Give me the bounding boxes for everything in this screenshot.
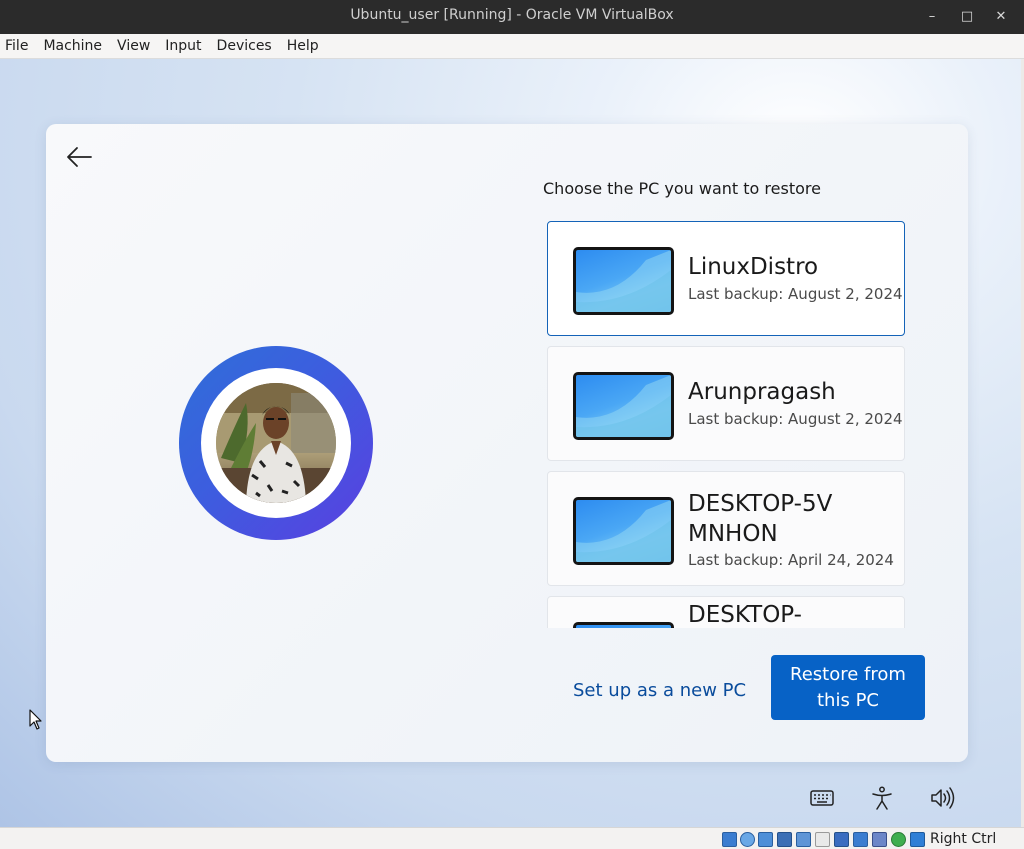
- optical-drive-icon[interactable]: [740, 832, 755, 847]
- menu-machine[interactable]: Machine: [43, 38, 102, 54]
- desktop-thumbnail-icon: [573, 372, 674, 440]
- desktop-thumbnail-icon: [573, 247, 674, 315]
- volume-icon[interactable]: [929, 785, 955, 811]
- menu-devices[interactable]: Devices: [217, 38, 272, 54]
- restore-button[interactable]: Restore from this PC: [771, 655, 925, 720]
- setup-card: Choose the PC you want to restore LinuxD…: [46, 124, 968, 762]
- page-title: Choose the PC you want to restore: [543, 179, 821, 198]
- user-photo: [216, 383, 336, 503]
- usb-icon[interactable]: [796, 832, 811, 847]
- pc-item-linuxdistro[interactable]: LinuxDistro Last backup: August 2, 2024: [547, 221, 905, 336]
- window-title: Ubuntu_user [Running] - Oracle VM Virtua…: [350, 7, 674, 23]
- close-button[interactable]: ✕: [990, 6, 1012, 28]
- pc-item-desktop-partial[interactable]: DESKTOP-: [547, 596, 905, 628]
- user-photo-image: [216, 383, 336, 503]
- download-icon[interactable]: [910, 832, 925, 847]
- keyboard-icon[interactable]: [809, 785, 835, 811]
- pc-last-backup: Last backup: August 2, 2024: [688, 285, 903, 303]
- pc-item-arunpragash[interactable]: Arunpragash Last backup: August 2, 2024: [547, 346, 905, 461]
- desktop-thumbnail-icon: [573, 497, 674, 565]
- user-avatar: [179, 346, 373, 540]
- vm-display[interactable]: Choose the PC you want to restore LinuxD…: [0, 59, 1021, 827]
- back-arrow-icon[interactable]: [64, 142, 94, 172]
- hard-disk-icon[interactable]: [722, 832, 737, 847]
- menu-bar: File Machine View Input Devices Help: [0, 34, 1024, 59]
- shared-folders-icon[interactable]: [815, 832, 830, 847]
- minimize-button[interactable]: –: [921, 6, 943, 28]
- mouse-integration-icon[interactable]: [891, 832, 906, 847]
- pc-name: DESKTOP-: [688, 602, 802, 628]
- display-icon[interactable]: [834, 832, 849, 847]
- menu-file[interactable]: File: [5, 38, 28, 54]
- pc-last-backup: Last backup: August 2, 2024: [688, 410, 903, 428]
- window-titlebar: Ubuntu_user [Running] - Oracle VM Virtua…: [0, 0, 1024, 34]
- pc-name: LinuxDistro: [688, 254, 819, 280]
- desktop-thumbnail-icon: [573, 622, 674, 628]
- network-icon[interactable]: [777, 832, 792, 847]
- pc-name: Arunpragash: [688, 379, 836, 405]
- menu-input[interactable]: Input: [165, 38, 201, 54]
- recording-icon[interactable]: [853, 832, 868, 847]
- pc-name: DESKTOP-5VMNHON: [688, 491, 833, 547]
- pc-item-desktop-5vmnhon[interactable]: DESKTOP-5VMNHON Last backup: April 24, 2…: [547, 471, 905, 586]
- maximize-button[interactable]: □: [956, 6, 978, 28]
- status-bar: Right Ctrl: [0, 827, 1024, 849]
- accessibility-icon[interactable]: [869, 785, 895, 811]
- menu-view[interactable]: View: [117, 38, 150, 54]
- audio-icon[interactable]: [758, 832, 773, 847]
- pc-list[interactable]: LinuxDistro Last backup: August 2, 2024 …: [546, 220, 906, 628]
- menu-help[interactable]: Help: [287, 38, 319, 54]
- virtualization-icon[interactable]: [872, 832, 887, 847]
- setup-new-pc-link[interactable]: Set up as a new PC: [573, 680, 746, 701]
- host-key-label: Right Ctrl: [930, 831, 997, 847]
- pc-last-backup: Last backup: April 24, 2024: [688, 551, 894, 569]
- mouse-cursor-icon: [29, 709, 42, 730]
